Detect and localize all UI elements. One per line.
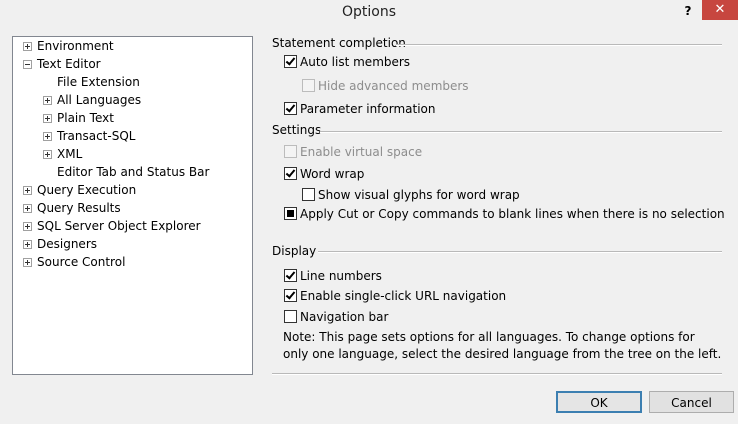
show-visual-glyphs-checkbox[interactable] xyxy=(302,188,315,201)
tree-item-label: Transact-SQL xyxy=(57,129,136,143)
group-divider xyxy=(396,44,722,46)
expand-icon[interactable] xyxy=(23,258,32,267)
tree-item-label: Editor Tab and Status Bar xyxy=(57,165,210,179)
statement-completion-heading: Statement completion xyxy=(272,36,406,50)
tree-item-label: SQL Server Object Explorer xyxy=(37,219,201,233)
checkbox-label: Enable single-click URL navigation xyxy=(300,289,507,303)
checkbox-label: Auto list members xyxy=(300,55,411,69)
hide-advanced-members-checkbox xyxy=(302,79,315,92)
languages-note: Note: This page sets options for all lan… xyxy=(283,330,722,361)
display-heading: Display xyxy=(272,244,317,258)
checkbox-label: Word wrap xyxy=(300,167,365,181)
expand-icon[interactable] xyxy=(43,132,52,141)
expand-icon[interactable] xyxy=(43,150,52,159)
cancel-button[interactable]: Cancel xyxy=(649,391,734,413)
auto-list-members-checkbox[interactable] xyxy=(284,55,297,68)
word-wrap-checkbox[interactable] xyxy=(284,167,297,180)
expand-icon[interactable] xyxy=(23,186,32,195)
options-tree[interactable]: Environment Text Editor File Extension A… xyxy=(12,36,253,375)
close-button[interactable]: ✕ xyxy=(702,0,738,20)
ok-button[interactable]: OK xyxy=(556,391,642,413)
expand-icon[interactable] xyxy=(23,42,32,51)
single-click-url-checkbox[interactable] xyxy=(284,289,297,302)
tree-item-label: Text Editor xyxy=(37,57,101,71)
parameter-information-checkbox[interactable] xyxy=(284,102,297,115)
line-numbers-checkbox[interactable] xyxy=(284,269,297,282)
tree-item-label: File Extension xyxy=(57,75,140,89)
tree-item-label: Designers xyxy=(37,237,97,251)
window-title: Options xyxy=(341,4,397,20)
enable-virtual-space-checkbox xyxy=(284,145,297,158)
group-divider xyxy=(318,251,722,253)
help-button[interactable]: ? xyxy=(680,2,696,20)
collapse-icon[interactable] xyxy=(23,60,32,69)
apply-cut-copy-checkbox[interactable] xyxy=(284,207,297,220)
checkbox-label: Line numbers xyxy=(300,269,382,283)
tree-item-label: Source Control xyxy=(37,255,126,269)
checkbox-label: Enable virtual space xyxy=(300,145,423,159)
expand-icon[interactable] xyxy=(23,222,32,231)
checkbox-label: Show visual glyphs for word wrap xyxy=(318,188,520,202)
tree-item-label: Environment xyxy=(37,39,114,53)
checkbox-label: Apply Cut or Copy commands to blank line… xyxy=(300,207,725,221)
navigation-bar-checkbox[interactable] xyxy=(284,310,297,323)
tree-item-label: All Languages xyxy=(57,93,142,107)
group-divider xyxy=(320,131,722,133)
checkbox-label: Parameter information xyxy=(300,102,436,116)
close-icon: ✕ xyxy=(714,2,726,17)
tree-item-label: Query Execution xyxy=(37,183,137,197)
tree-item-label: Plain Text xyxy=(57,111,114,125)
bottom-divider xyxy=(272,373,722,375)
tree-item-label: Query Results xyxy=(37,201,121,215)
checkbox-label: Hide advanced members xyxy=(318,79,469,93)
expand-icon[interactable] xyxy=(43,96,52,105)
settings-heading: Settings xyxy=(272,123,322,137)
expand-icon[interactable] xyxy=(23,240,32,249)
tree-item-label: XML xyxy=(57,147,83,161)
checkbox-label: Navigation bar xyxy=(300,310,389,324)
expand-icon[interactable] xyxy=(23,204,32,213)
expand-icon[interactable] xyxy=(43,114,52,123)
